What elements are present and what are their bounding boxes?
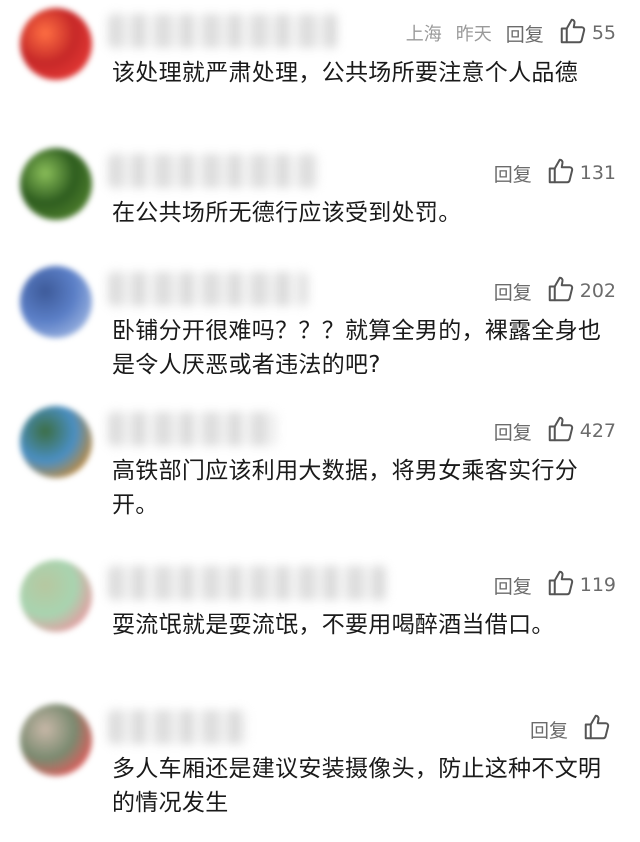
reply-button[interactable]: 回复 [494,572,532,599]
like-count: 55 [591,22,616,44]
thumbs-up-icon [582,712,612,747]
comment-text: 该处理就严肃处理，公共场所要注意个人品德 [112,60,578,86]
like-button[interactable]: 131 [546,156,616,191]
comment-item: 回复 202 卧铺分开很难吗？？？就算全男的，裸露全身也是令人厌恶或者违法的吧? [0,258,640,396]
comment-meta: 回复 [530,712,616,746]
comment-text: 高铁部门应该利用大数据，将男女乘客实行分开。 [112,458,578,518]
username-blurred[interactable] [108,710,248,744]
thumbs-up-icon [546,568,576,603]
comment-text: 多人车厢还是建议安装摄像头，防止这种不文明的情况发生 [112,756,602,816]
thumbs-up-icon [546,414,576,449]
username-blurred[interactable] [108,412,278,446]
comment-item: 回复 多人车厢还是建议安装摄像头，防止这种不文明的情况发生 [0,696,640,834]
reply-button[interactable]: 回复 [494,160,532,187]
comment-item: 回复 119 耍流氓就是耍流氓，不要用喝醉酒当借口。 [0,552,640,690]
reply-button[interactable]: 回复 [506,20,544,47]
thumbs-up-icon [546,156,576,191]
username-blurred[interactable] [108,14,338,48]
comment-meta: 回复 427 [494,414,616,448]
comment-item: 回复 427 高铁部门应该利用大数据，将男女乘客实行分开。 [0,398,640,536]
avatar[interactable] [20,406,92,478]
comment-meta: 上海 昨天 回复 55 [406,16,616,50]
username-blurred[interactable] [108,272,308,306]
username-blurred[interactable] [108,566,388,600]
like-button[interactable]: 427 [546,414,616,449]
avatar[interactable] [20,560,92,632]
thumbs-up-icon [546,274,576,309]
like-button[interactable] [582,712,616,747]
like-count: 427 [579,420,616,442]
like-button[interactable]: 55 [558,16,616,51]
like-count: 202 [579,280,616,302]
comment-text: 在公共场所无德行应该受到处罚。 [112,200,462,226]
avatar[interactable] [20,148,92,220]
thumbs-up-icon [558,16,588,51]
like-button[interactable]: 119 [546,568,616,603]
comment-text: 耍流氓就是耍流氓，不要用喝醉酒当借口。 [112,612,555,638]
comment-meta: 回复 131 [494,156,616,190]
avatar[interactable] [20,8,92,80]
reply-button[interactable]: 回复 [494,278,532,305]
username-blurred[interactable] [108,154,318,188]
comment-item: 上海 昨天 回复 55 该处理就严肃处理，公共场所要注意个人品德 [0,0,640,138]
like-count: 119 [579,574,616,596]
location-time: 上海 [405,24,442,45]
like-button[interactable]: 202 [546,274,616,309]
reply-button[interactable]: 回复 [494,418,532,445]
comment-meta: 回复 202 [494,274,616,308]
post-time: 昨天 [455,24,492,45]
like-count: 131 [579,162,616,184]
reply-button[interactable]: 回复 [530,716,568,743]
avatar[interactable] [20,704,92,776]
comment-text: 卧铺分开很难吗？？？就算全男的，裸露全身也是令人厌恶或者违法的吧? [112,318,602,378]
comment-meta: 回复 119 [494,568,616,602]
avatar[interactable] [20,266,92,338]
